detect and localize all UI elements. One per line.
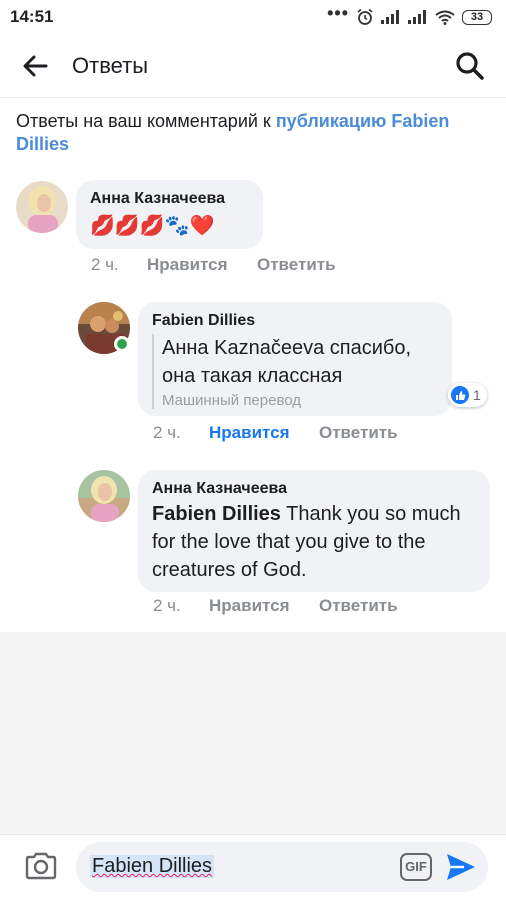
- wifi-icon: [435, 10, 455, 25]
- comment-time: 2 ч.: [91, 255, 119, 274]
- comment-bubble[interactable]: Анна Казначеева 💋💋💋🐾❤️: [76, 180, 263, 249]
- comment-bubble[interactable]: Анна Казначеева Fabien Dillies Thank you…: [138, 470, 490, 592]
- alarm-icon: [357, 8, 373, 25]
- avatar[interactable]: [78, 470, 130, 522]
- page-title: Ответы: [72, 53, 149, 78]
- reaction-count: 1: [473, 387, 481, 403]
- gif-icon[interactable]: GIF: [400, 853, 432, 881]
- like-button[interactable]: Нравится: [147, 255, 257, 275]
- signal-icon: [408, 10, 426, 24]
- arrow-left-icon[interactable]: [20, 51, 50, 81]
- online-status-icon: [114, 336, 130, 352]
- like-button[interactable]: Нравится: [209, 596, 319, 616]
- comment-actions: 2 ч. Нравится Ответить: [153, 423, 398, 443]
- comment-actions: 2 ч. Нравится Ответить: [91, 255, 336, 275]
- send-icon[interactable]: [444, 851, 478, 883]
- empty-area: [0, 632, 506, 834]
- reply-input[interactable]: Fabien Dillies GIF: [76, 842, 488, 892]
- status-time: 14:51: [10, 7, 54, 26]
- translated-block: Анна Kaznačeeva спасибо, она такая класс…: [152, 334, 438, 409]
- comment-time: 2 ч.: [153, 423, 181, 442]
- reply-button[interactable]: Ответить: [257, 255, 336, 275]
- reply-input-value[interactable]: Fabien Dillies: [90, 855, 215, 878]
- reply-composer: Fabien Dillies GIF: [0, 834, 506, 900]
- comment-bubble[interactable]: Fabien Dillies Анна Kaznačeeva спасибо, …: [138, 302, 452, 416]
- more-dots: •••: [327, 2, 349, 23]
- mention-link[interactable]: Fabien Dillies: [152, 503, 281, 525]
- comment-author[interactable]: Анна Казначеева: [90, 190, 249, 208]
- comment-text: Анна Kaznačeeva спасибо, она такая класс…: [162, 337, 412, 387]
- avatar[interactable]: [16, 181, 68, 233]
- app-bar: Ответы: [0, 34, 506, 98]
- replies-intro: Ответы на ваш комментарий к публикацию F…: [16, 110, 486, 156]
- reply-button[interactable]: Ответить: [319, 423, 398, 443]
- machine-translation-note[interactable]: Машинный перевод: [162, 392, 438, 409]
- reply-button[interactable]: Ответить: [319, 596, 398, 616]
- reaction-badge[interactable]: 1: [448, 383, 487, 407]
- comment-actions: 2 ч. Нравится Ответить: [153, 596, 398, 616]
- comment-text: 💋💋💋🐾❤️: [90, 215, 215, 237]
- comment-time: 2 ч.: [153, 596, 181, 615]
- signal-icon: [381, 10, 399, 24]
- intro-text: Ответы на ваш комментарий к: [16, 111, 276, 131]
- like-button[interactable]: Нравится: [209, 423, 319, 443]
- camera-icon[interactable]: [24, 851, 58, 881]
- status-bar: 14:51 ••• 33: [0, 0, 506, 34]
- like-reaction-icon: [451, 386, 469, 404]
- status-icons: ••• 33: [327, 3, 492, 26]
- search-icon[interactable]: [454, 50, 486, 82]
- comment-author[interactable]: Fabien Dillies: [152, 312, 438, 330]
- comment-text: Fabien Dillies Thank you so much for the…: [152, 500, 476, 584]
- comment-author[interactable]: Анна Казначеева: [152, 480, 476, 498]
- battery-icon: 33: [462, 9, 492, 25]
